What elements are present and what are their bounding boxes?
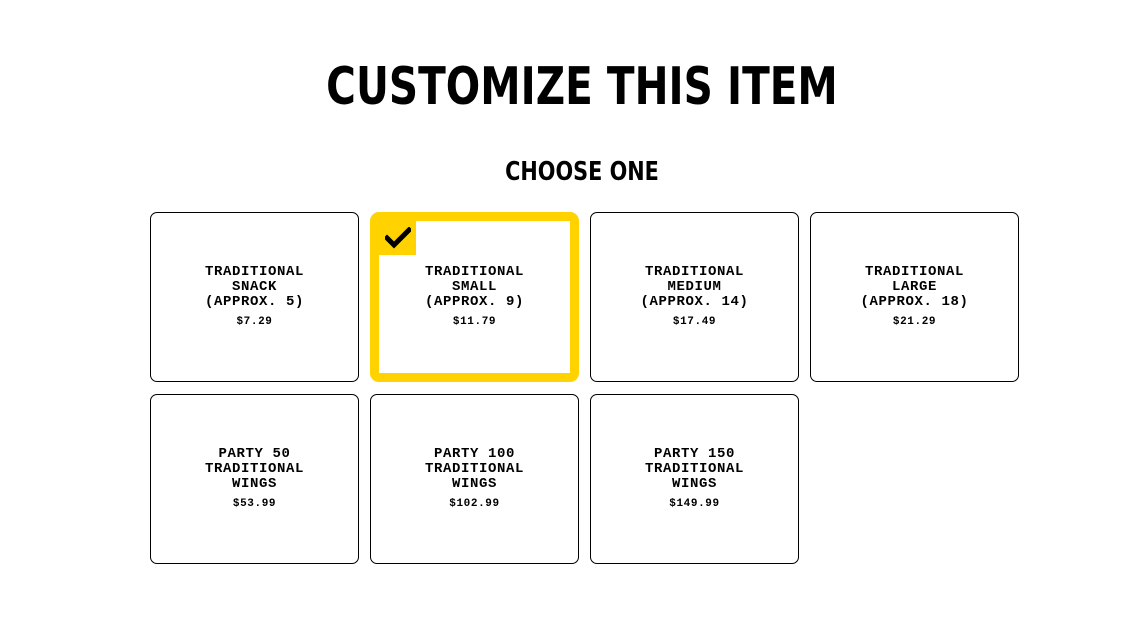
option-name: PARTY 150 TRADITIONAL WINGS <box>644 446 744 492</box>
selected-badge <box>379 221 416 255</box>
option-card-traditional-large[interactable]: TRADITIONAL LARGE (APPROX. 18) $21.29 <box>810 212 1019 382</box>
page-title: CUSTOMIZE THIS ITEM <box>326 57 838 117</box>
option-name: TRADITIONAL SNACK (APPROX. 5) <box>204 264 304 310</box>
option-price: $17.49 <box>672 316 717 328</box>
section-title: CHOOSE ONE <box>505 157 659 187</box>
option-price: $7.29 <box>236 316 273 328</box>
option-price: $11.79 <box>452 316 497 328</box>
option-card-traditional-snack[interactable]: TRADITIONAL SNACK (APPROX. 5) $7.29 <box>150 212 359 382</box>
options-grid: TRADITIONAL SNACK (APPROX. 5) $7.29 TRAD… <box>150 212 1020 564</box>
option-name: PARTY 50 TRADITIONAL WINGS <box>204 446 304 492</box>
checkmark-icon <box>384 227 411 249</box>
option-card-traditional-small[interactable]: TRADITIONAL SMALL (APPROX. 9) $11.79 <box>370 212 579 382</box>
option-price: $21.29 <box>892 316 937 328</box>
option-price: $53.99 <box>232 498 277 510</box>
option-card-party-150[interactable]: PARTY 150 TRADITIONAL WINGS $149.99 <box>590 394 799 564</box>
option-name: TRADITIONAL MEDIUM (APPROX. 14) <box>640 264 749 310</box>
option-price: $149.99 <box>669 498 720 510</box>
option-name: TRADITIONAL LARGE (APPROX. 18) <box>860 264 969 310</box>
option-price: $102.99 <box>449 498 500 510</box>
option-card-traditional-medium[interactable]: TRADITIONAL MEDIUM (APPROX. 14) $17.49 <box>590 212 799 382</box>
option-name: TRADITIONAL SMALL (APPROX. 9) <box>424 264 524 310</box>
option-name: PARTY 100 TRADITIONAL WINGS <box>424 446 524 492</box>
option-card-party-50[interactable]: PARTY 50 TRADITIONAL WINGS $53.99 <box>150 394 359 564</box>
option-card-party-100[interactable]: PARTY 100 TRADITIONAL WINGS $102.99 <box>370 394 579 564</box>
